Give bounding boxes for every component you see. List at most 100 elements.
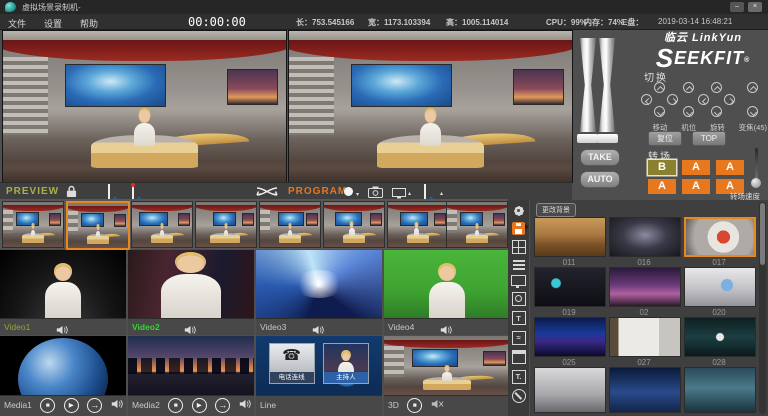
camera-control-pads: 移动 机位 旋转 变焦(45) [641,82,767,133]
rotate-up-button[interactable] [711,82,722,93]
scene-scrollbar-thumb[interactable] [760,203,765,265]
scene-item-selected[interactable]: 017 [684,217,754,267]
volume-muted-icon[interactable] [431,396,444,414]
move-down-button[interactable] [654,106,665,117]
video1-thumbnail[interactable] [0,250,126,318]
t-bar-right[interactable] [599,38,615,132]
angle-thumbnail-2-selected[interactable] [66,201,130,250]
camera-down-button[interactable] [683,106,694,117]
angle-thumbnail-3[interactable] [131,201,193,248]
rotate-right-button[interactable] [724,94,735,105]
play-button[interactable]: ▶ [64,398,79,413]
host-button[interactable]: 主持人 [323,343,369,384]
camera-up-button[interactable] [683,82,694,93]
phone-call-label: 电话连线 [270,372,314,383]
auto-button[interactable]: AUTO [580,171,620,188]
scene-item[interactable]: 019 [534,267,604,317]
volume-icon[interactable] [111,396,124,414]
media1-thumbnail[interactable] [0,336,126,395]
record-dot-icon[interactable] [344,187,353,196]
capture-dropdown-icon[interactable]: ▴ [440,190,443,197]
angle-thumbnail-8[interactable] [446,201,508,248]
scene-item[interactable]: 016 [609,217,679,267]
scene-item[interactable] [609,367,679,414]
scene-item[interactable] [684,367,754,414]
move-left-button[interactable] [641,94,652,105]
layout-grid-icon[interactable] [512,240,526,254]
stop-button[interactable]: ■ [407,398,422,413]
loop-button[interactable]: → [215,398,230,413]
line-thumbnail[interactable]: ☎ 电话连线 主持人 [256,336,382,395]
monitor-output-icon[interactable] [511,275,526,286]
volume-icon[interactable] [239,396,252,414]
take-button[interactable]: TAKE [580,149,620,166]
zoom-out-button[interactable] [747,106,758,117]
scene-item[interactable]: 025 [534,317,604,367]
video4-label: Video4 [388,322,414,332]
menu-file[interactable]: 文件 [8,17,26,30]
media-cell-3d: 3D ■ [384,336,510,416]
video3-thumbnail[interactable] [256,250,382,318]
record-dropdown-icon[interactable]: ▾ [356,191,359,198]
menu-help[interactable]: 帮助 [80,17,98,30]
stop-button[interactable]: ■ [40,398,55,413]
change-background-tab[interactable]: 更改背景 [536,203,576,217]
angle-thumbnail-6[interactable] [323,201,385,248]
media-cell-line: ☎ 电话连线 主持人 Line [256,336,382,416]
stop-button[interactable]: ■ [168,398,183,413]
zoom-in-button[interactable] [747,82,758,93]
transition-a-button[interactable]: A [682,160,710,175]
scene-item[interactable] [534,367,604,414]
transition-speed-knob[interactable] [751,178,761,188]
angle-thumbnail-7[interactable] [387,201,449,248]
text-tool-icon[interactable]: T [512,311,526,325]
close-button[interactable]: × [748,2,762,12]
scene-scrollbar[interactable] [759,202,766,414]
scene-3d-thumbnail[interactable] [384,336,510,395]
news-anchor [132,110,157,146]
program-monitor[interactable] [288,30,573,183]
side-tool-column: T ≈ T. [508,200,529,416]
transition-b-button[interactable]: B [648,160,676,175]
move-up-button[interactable] [654,82,665,93]
rotate-left-button[interactable] [698,94,709,105]
angle-thumbnail-1[interactable] [2,201,64,248]
settings-gear-icon[interactable] [513,205,524,216]
studio-light-icon[interactable] [512,292,526,306]
t-bar-right-handle[interactable] [597,134,618,143]
virtual-studio-scene [289,31,572,182]
transition-a-button[interactable]: A [648,179,676,194]
rotate-down-button[interactable] [711,106,722,117]
source-cell-video4: Video4 [384,250,510,335]
scene-item[interactable]: 020 [684,267,754,317]
window-overlay-icon[interactable] [512,350,526,364]
play-button[interactable]: ▶ [192,398,207,413]
phone-call-button[interactable]: ☎ 电话连线 [269,343,315,384]
video4-thumbnail[interactable] [384,250,510,318]
angle-thumbnail-5[interactable] [259,201,321,248]
scene-item[interactable]: 027 [609,317,679,367]
video2-thumbnail[interactable] [128,250,254,318]
save-background-icon-active[interactable] [512,222,525,235]
media2-thumbnail[interactable] [128,336,254,395]
effects-icon[interactable]: ≈ [512,331,526,345]
t-bar-left[interactable] [580,38,596,132]
subtitle-tool-icon[interactable]: T. [512,370,526,384]
scene-item[interactable]: 02 [609,267,679,317]
top-button[interactable]: TOP [692,131,726,146]
scene-item[interactable]: 011 [534,217,604,267]
disable-overlay-icon[interactable] [512,389,526,403]
playlist-icon[interactable] [513,260,525,270]
preview-monitor[interactable] [2,30,287,183]
loop-button[interactable]: → [87,398,102,413]
reset-button[interactable]: 复位 [648,131,682,146]
angle-thumbnail-4[interactable] [195,201,257,248]
transition-a-button[interactable]: A [682,179,710,194]
minimize-button[interactable]: – [730,2,744,12]
stream-dropdown-icon[interactable]: ▴ [408,190,411,197]
transition-a-button[interactable]: A [716,160,744,175]
move-right-button[interactable] [667,94,678,105]
scene-item[interactable]: 028 [684,317,754,367]
t-bar-left-handle[interactable] [577,134,598,143]
menu-settings[interactable]: 设置 [44,17,62,30]
